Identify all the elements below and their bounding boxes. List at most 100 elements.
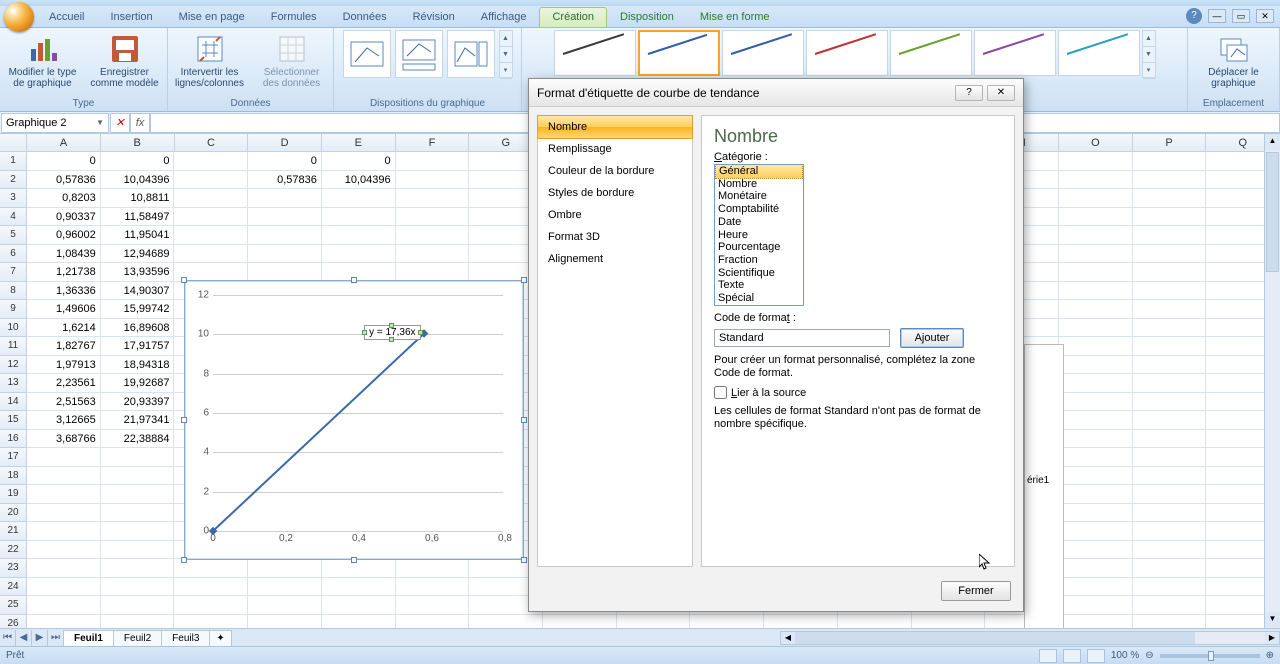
hscroll-right[interactable]: ▶ <box>1265 632 1279 644</box>
cell-B17[interactable] <box>101 448 175 467</box>
dialog-nav-couleur-de-la-bordure[interactable]: Couleur de la bordure <box>538 160 692 182</box>
row-header-24[interactable]: 24 <box>0 578 27 597</box>
chart-style-5[interactable] <box>890 30 972 76</box>
cell-A25[interactable] <box>27 596 101 615</box>
row-header-5[interactable]: 5 <box>0 226 27 245</box>
cell-P6[interactable] <box>1133 245 1207 264</box>
tab-création[interactable]: Création <box>539 7 607 27</box>
layout-3[interactable] <box>447 30 495 78</box>
dialog-nav-alignement[interactable]: Alignement <box>538 248 692 270</box>
cell-A21[interactable] <box>27 522 101 541</box>
cell-A7[interactable]: 1,21738 <box>27 263 101 282</box>
row-header-1[interactable]: 1 <box>0 152 27 171</box>
cell-E24[interactable] <box>322 578 396 597</box>
dialog-nav-remplissage[interactable]: Remplissage <box>538 138 692 160</box>
new-sheet-button[interactable]: ✦ <box>209 630 231 646</box>
link-to-source-checkbox[interactable]: Lier à la source <box>714 386 1002 399</box>
tab-insertion[interactable]: Insertion <box>97 7 165 27</box>
sheet-nav-next[interactable]: ▶ <box>32 630 48 646</box>
cell-A10[interactable]: 1,6214 <box>27 319 101 338</box>
row-header-3[interactable]: 3 <box>0 189 27 208</box>
cell-P9[interactable] <box>1133 300 1207 319</box>
cell-E5[interactable] <box>322 226 396 245</box>
cell-P7[interactable] <box>1133 263 1207 282</box>
cell-A2[interactable]: 0,57836 <box>27 171 101 190</box>
cell-E1[interactable]: 0 <box>322 152 396 171</box>
cell-A5[interactable]: 0,96002 <box>27 226 101 245</box>
row-header-2[interactable]: 2 <box>0 171 27 190</box>
view-page-break-button[interactable] <box>1087 649 1105 663</box>
cell-O2[interactable] <box>1059 171 1133 190</box>
change-chart-type-button[interactable]: Modifier le type de graphique <box>4 30 82 92</box>
row-header-21[interactable]: 21 <box>0 522 27 541</box>
category-date[interactable]: Date <box>715 216 803 229</box>
cell-O20[interactable] <box>1059 504 1133 523</box>
cell-P17[interactable] <box>1133 448 1207 467</box>
cell-O25[interactable] <box>1059 596 1133 615</box>
cell-B6[interactable]: 12,94689 <box>101 245 175 264</box>
cell-A17[interactable] <box>27 448 101 467</box>
row-header-12[interactable]: 12 <box>0 356 27 375</box>
cell-B16[interactable]: 22,38884 <box>101 430 175 449</box>
tab-mise en page[interactable]: Mise en page <box>166 7 258 27</box>
format-code-input[interactable] <box>714 329 890 347</box>
cell-C5[interactable] <box>174 226 248 245</box>
cell-O8[interactable] <box>1059 282 1133 301</box>
cell-O22[interactable] <box>1059 541 1133 560</box>
dialog-titlebar[interactable]: Format d'étiquette de courbe de tendance… <box>529 79 1023 107</box>
cell-P18[interactable] <box>1133 467 1207 486</box>
layout-2[interactable] <box>395 30 443 78</box>
cell-O13[interactable] <box>1059 374 1133 393</box>
cell-C2[interactable] <box>174 171 248 190</box>
dialog-close-footer-button[interactable]: Fermer <box>941 581 1011 601</box>
view-normal-button[interactable] <box>1039 649 1057 663</box>
chart-style-4[interactable] <box>806 30 888 76</box>
tab-révision[interactable]: Révision <box>400 7 468 27</box>
cell-P25[interactable] <box>1133 596 1207 615</box>
cell-A11[interactable]: 1,82767 <box>27 337 101 356</box>
chart-style-1[interactable] <box>554 30 636 76</box>
cell-O21[interactable] <box>1059 522 1133 541</box>
row-header-4[interactable]: 4 <box>0 208 27 227</box>
cell-A8[interactable]: 1,36336 <box>27 282 101 301</box>
cell-B3[interactable]: 10,8811 <box>101 189 175 208</box>
cell-B1[interactable]: 0 <box>101 152 175 171</box>
cell-A22[interactable] <box>27 541 101 560</box>
zoom-in-button[interactable]: ⊕ <box>1266 650 1274 661</box>
col-header-F[interactable]: F <box>396 134 470 151</box>
row-header-6[interactable]: 6 <box>0 245 27 264</box>
row-header-20[interactable]: 20 <box>0 504 27 523</box>
sheet-tab-feuil3[interactable]: Feuil3 <box>161 630 210 646</box>
cell-C3[interactable] <box>174 189 248 208</box>
col-header-C[interactable]: C <box>175 134 249 151</box>
row-header-19[interactable]: 19 <box>0 485 27 504</box>
cell-D3[interactable] <box>248 189 322 208</box>
cell-D6[interactable] <box>248 245 322 264</box>
cell-F3[interactable] <box>396 189 470 208</box>
cell-A24[interactable] <box>27 578 101 597</box>
category-scientifique[interactable]: Scientifique <box>715 267 803 280</box>
save-template-button[interactable]: Enregistrer comme modèle <box>86 30 164 92</box>
cell-P19[interactable] <box>1133 485 1207 504</box>
cell-A19[interactable] <box>27 485 101 504</box>
cell-D24[interactable] <box>248 578 322 597</box>
cell-F2[interactable] <box>396 171 470 190</box>
cell-E4[interactable] <box>322 208 396 227</box>
chart-layouts-gallery[interactable]: ▲▼▾ <box>343 30 513 78</box>
cell-B13[interactable]: 19,92687 <box>101 374 175 393</box>
cell-C4[interactable] <box>174 208 248 227</box>
cell-A13[interactable]: 2,23561 <box>27 374 101 393</box>
cell-B2[interactable]: 10,04396 <box>101 171 175 190</box>
cell-P5[interactable] <box>1133 226 1207 245</box>
row-header-18[interactable]: 18 <box>0 467 27 486</box>
cell-B10[interactable]: 16,89608 <box>101 319 175 338</box>
cell-P14[interactable] <box>1133 393 1207 412</box>
cell-O12[interactable] <box>1059 356 1133 375</box>
cell-A20[interactable] <box>27 504 101 523</box>
row-header-16[interactable]: 16 <box>0 430 27 449</box>
cell-F5[interactable] <box>396 226 470 245</box>
category-texte[interactable]: Texte <box>715 279 803 292</box>
restore-button[interactable]: ▭ <box>1232 9 1250 23</box>
category-monétaire[interactable]: Monétaire <box>715 190 803 203</box>
cell-B14[interactable]: 20,93397 <box>101 393 175 412</box>
